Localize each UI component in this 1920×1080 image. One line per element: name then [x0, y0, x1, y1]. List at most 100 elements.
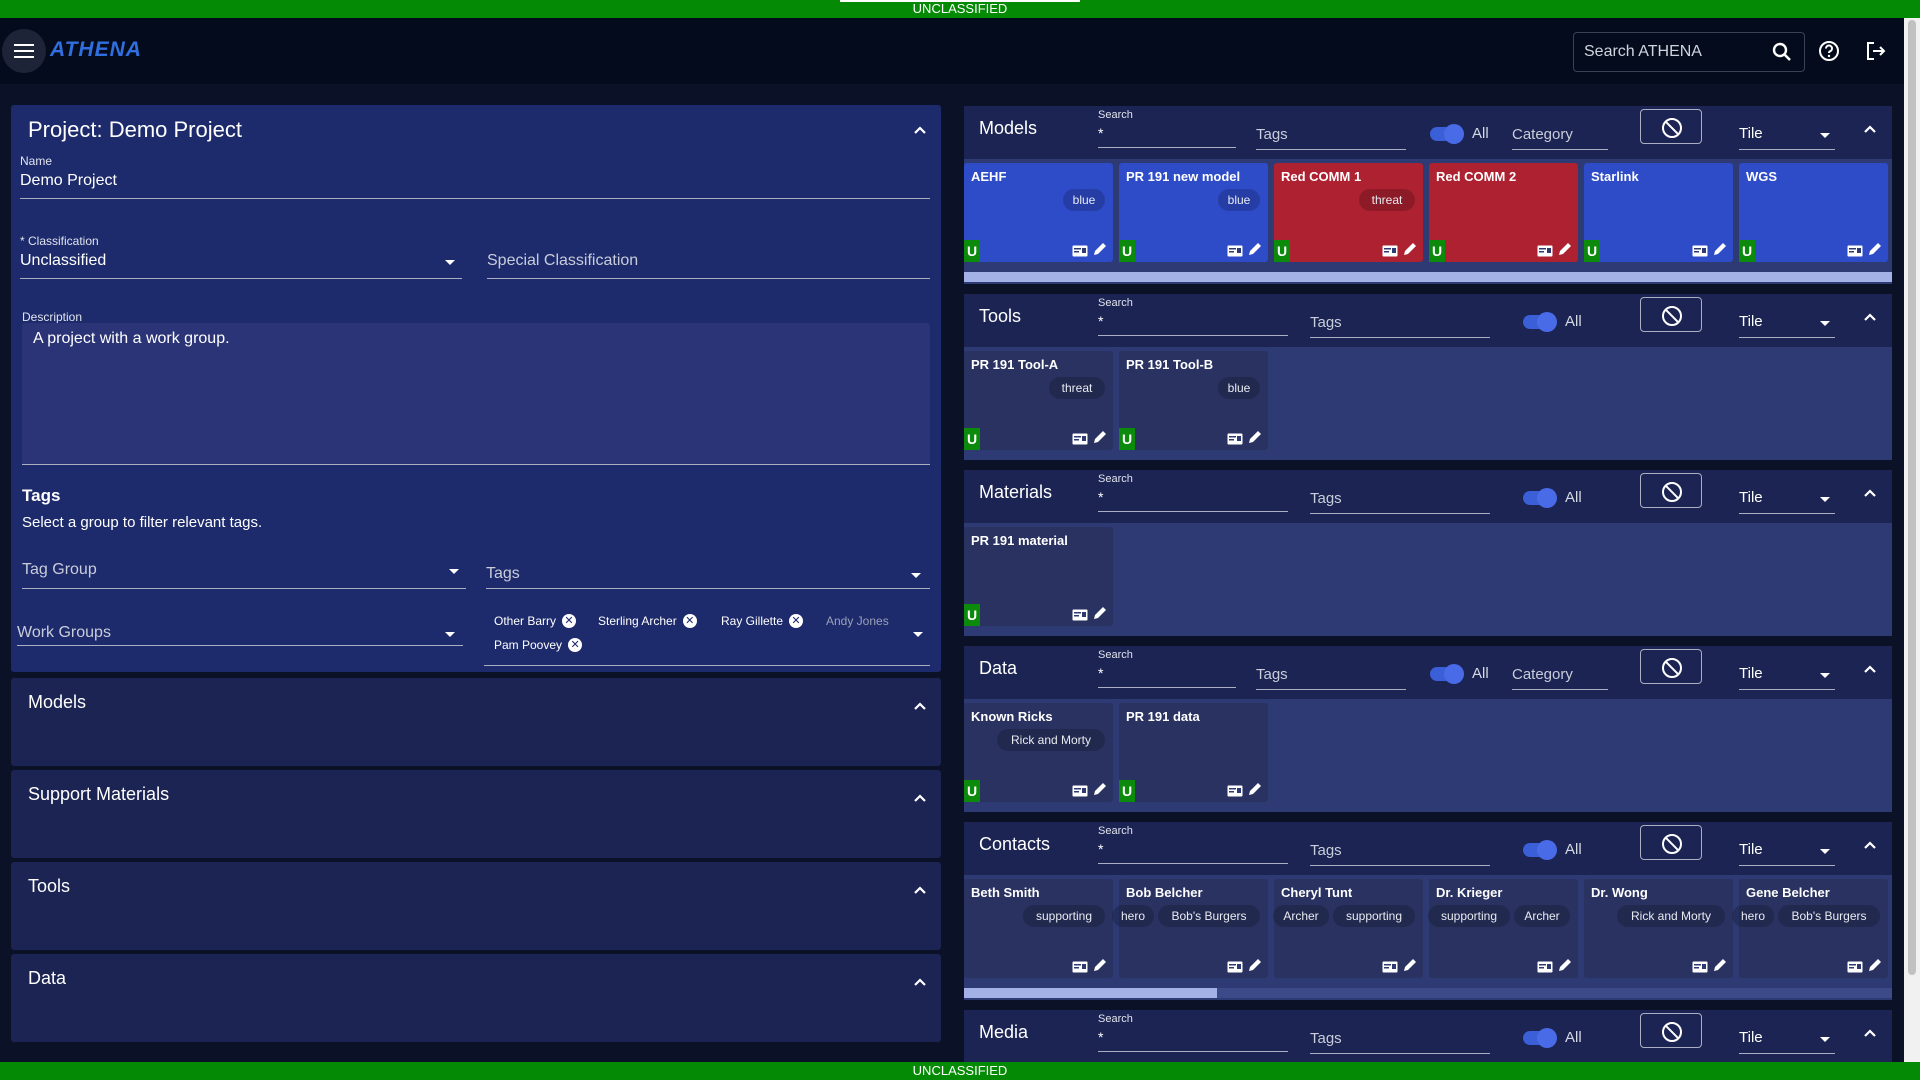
section-title[interactable]: Media	[979, 1022, 1028, 1043]
tile[interactable]: PR 191 material U	[964, 527, 1113, 626]
tile[interactable]: AEHF blue U	[964, 163, 1113, 262]
clear-filter-button[interactable]	[1640, 1013, 1702, 1048]
help-icon[interactable]	[1818, 40, 1840, 62]
chevron-down-icon[interactable]	[1820, 133, 1830, 138]
view-mode-select[interactable]: Tile	[1739, 1029, 1763, 1046]
chevron-up-icon[interactable]	[912, 122, 928, 138]
all-toggle-knob[interactable]	[1537, 1028, 1557, 1048]
details-card-icon[interactable]	[1227, 784, 1243, 802]
details-card-icon[interactable]	[1072, 432, 1088, 450]
tile[interactable]: Red COMM 2 U	[1429, 163, 1578, 262]
description-textarea[interactable]: A project with a work group.	[22, 323, 930, 465]
name-field[interactable]: Demo Project	[20, 172, 117, 190]
view-mode-select[interactable]: Tile	[1739, 313, 1763, 330]
tag-group-select[interactable]: Tag Group	[22, 561, 97, 579]
section-search-input[interactable]: *	[1098, 313, 1103, 329]
view-mode-select[interactable]: Tile	[1739, 125, 1763, 142]
section-search-input[interactable]: *	[1098, 841, 1103, 857]
section-search-input[interactable]: *	[1098, 1029, 1103, 1045]
member-chip[interactable]: Pam Poovey ✕	[484, 634, 586, 656]
details-card-icon[interactable]	[1072, 244, 1088, 262]
category-select[interactable]: Category	[1512, 126, 1573, 143]
section-title[interactable]: Tools	[979, 306, 1021, 327]
tile[interactable]: WGS U	[1739, 163, 1888, 262]
details-card-icon[interactable]	[1227, 960, 1243, 978]
tags-select[interactable]: Tags	[486, 565, 520, 583]
chevron-up-icon[interactable]	[1862, 1025, 1878, 1041]
subsection-data[interactable]: Data	[11, 954, 941, 1042]
clear-filter-button[interactable]	[1640, 649, 1702, 684]
chevron-up-icon[interactable]	[912, 974, 928, 990]
tile[interactable]: PR 191 data U	[1119, 703, 1268, 802]
global-search[interactable]	[1573, 32, 1805, 72]
chevron-up-icon[interactable]	[1862, 309, 1878, 325]
chevron-down-icon[interactable]	[1820, 497, 1830, 502]
chevron-up-icon[interactable]	[1862, 485, 1878, 501]
category-select[interactable]: Category	[1512, 666, 1573, 683]
edit-pencil-icon[interactable]	[1713, 242, 1727, 261]
view-mode-select[interactable]: Tile	[1739, 841, 1763, 858]
section-tags-input[interactable]: Tags	[1310, 314, 1342, 331]
special-classification-field[interactable]: Special Classification	[487, 252, 638, 270]
clear-filter-button[interactable]	[1640, 297, 1702, 332]
member-chip[interactable]: Ray Gillette ✕	[711, 610, 807, 632]
all-toggle-knob[interactable]	[1537, 312, 1557, 332]
app-logo[interactable]: ATHENA	[50, 38, 142, 62]
chevron-up-icon[interactable]	[912, 698, 928, 714]
section-tags-input[interactable]: Tags	[1256, 126, 1288, 143]
details-card-icon[interactable]	[1537, 244, 1553, 262]
classification-select[interactable]: Unclassified	[20, 252, 106, 270]
section-tags-input[interactable]: Tags	[1310, 842, 1342, 859]
horizontal-scrollbar-thumb[interactable]	[964, 988, 1217, 998]
edit-pencil-icon[interactable]	[1868, 958, 1882, 977]
details-card-icon[interactable]	[1537, 960, 1553, 978]
edit-pencil-icon[interactable]	[1403, 242, 1417, 261]
section-search-input[interactable]: *	[1098, 489, 1103, 505]
edit-pencil-icon[interactable]	[1868, 242, 1882, 261]
chevron-down-icon[interactable]	[1820, 1037, 1830, 1042]
clear-filter-button[interactable]	[1640, 473, 1702, 508]
details-card-icon[interactable]	[1227, 244, 1243, 262]
horizontal-scrollbar-thumb[interactable]	[964, 272, 1892, 282]
chevron-down-icon[interactable]	[445, 632, 455, 637]
page-scrollbar-thumb[interactable]	[1908, 20, 1916, 975]
section-search-input[interactable]: *	[1098, 125, 1103, 141]
chevron-down-icon[interactable]	[1820, 673, 1830, 678]
details-card-icon[interactable]	[1692, 244, 1708, 262]
tile[interactable]: Cheryl Tunt Archer supporting	[1273, 879, 1423, 978]
clear-filter-button[interactable]	[1640, 109, 1702, 144]
tile[interactable]: Dr. Krieger supporting Archer	[1428, 879, 1578, 978]
chevron-up-icon[interactable]	[912, 882, 928, 898]
chevron-up-icon[interactable]	[1862, 661, 1878, 677]
edit-pencil-icon[interactable]	[1558, 242, 1572, 261]
logout-icon[interactable]	[1865, 40, 1887, 62]
clear-filter-button[interactable]	[1640, 825, 1702, 860]
tile[interactable]: Beth Smith supporting	[964, 879, 1113, 978]
edit-pencil-icon[interactable]	[1403, 958, 1417, 977]
view-mode-select[interactable]: Tile	[1739, 665, 1763, 682]
view-mode-select[interactable]: Tile	[1739, 489, 1763, 506]
remove-chip-icon[interactable]: ✕	[562, 614, 577, 628]
page-scrollbar[interactable]	[1904, 18, 1920, 1062]
section-title[interactable]: Materials	[979, 482, 1052, 503]
edit-pencil-icon[interactable]	[1093, 958, 1107, 977]
details-card-icon[interactable]	[1072, 784, 1088, 802]
edit-pencil-icon[interactable]	[1248, 958, 1262, 977]
tile[interactable]: Bob Belcher hero Bob's Burgers	[1112, 879, 1268, 978]
remove-chip-icon[interactable]: ✕	[789, 614, 804, 628]
details-card-icon[interactable]	[1692, 960, 1708, 978]
menu-button[interactable]	[2, 29, 46, 73]
work-groups-select[interactable]: Work Groups	[17, 624, 111, 642]
remove-chip-icon[interactable]: ✕	[568, 638, 583, 652]
edit-pencil-icon[interactable]	[1248, 242, 1262, 261]
details-card-icon[interactable]	[1847, 244, 1863, 262]
section-tags-input[interactable]: Tags	[1310, 1030, 1342, 1047]
subsection-models[interactable]: Models	[11, 678, 941, 766]
search-icon[interactable]	[1772, 42, 1792, 62]
edit-pencil-icon[interactable]	[1713, 958, 1727, 977]
global-search-input[interactable]	[1584, 33, 1764, 71]
tile[interactable]: Known Ricks Rick and Morty U	[964, 703, 1113, 802]
chevron-down-icon[interactable]	[449, 569, 459, 574]
edit-pencil-icon[interactable]	[1093, 430, 1107, 449]
edit-pencil-icon[interactable]	[1248, 430, 1262, 449]
